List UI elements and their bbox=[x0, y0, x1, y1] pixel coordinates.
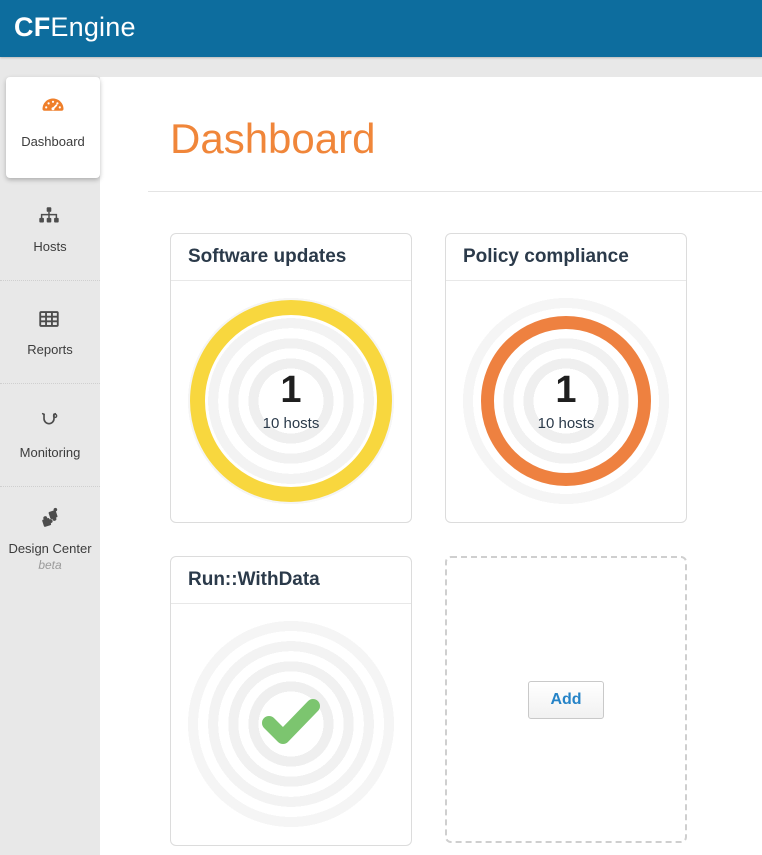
stethoscope-icon bbox=[37, 410, 63, 436]
brand-bold: CF bbox=[14, 12, 50, 42]
donut-value: 1 bbox=[280, 371, 301, 409]
sidebar-item-label: Dashboard bbox=[6, 134, 100, 149]
card-body: 1 10 hosts bbox=[171, 281, 411, 521]
sidebar-item-label: Hosts bbox=[33, 239, 66, 254]
title-divider bbox=[148, 191, 762, 192]
sidebar-item-reports[interactable]: Reports bbox=[0, 281, 100, 384]
card-body bbox=[171, 604, 411, 844]
sidebar-item-label: Reports bbox=[27, 342, 73, 357]
sidebar: Dashboard Hosts Reports bbox=[0, 57, 100, 855]
sidebar-item-label: Design Center bbox=[8, 541, 91, 556]
sitemap-icon bbox=[37, 204, 63, 230]
card-title: Run::WithData bbox=[171, 557, 411, 604]
check-icon bbox=[259, 696, 323, 753]
brand-rest: Engine bbox=[50, 12, 135, 42]
gauge-icon bbox=[40, 94, 66, 120]
topbar: CFEngine bbox=[0, 0, 762, 57]
beta-badge: beta bbox=[38, 558, 61, 572]
sidebar-item-label: Monitoring bbox=[20, 445, 81, 460]
table-icon bbox=[37, 307, 63, 333]
sidebar-item-dashboard[interactable]: Dashboard bbox=[6, 77, 100, 178]
page-title: Dashboard bbox=[170, 115, 762, 163]
card-title: Software updates bbox=[171, 234, 411, 281]
card-run-withdata[interactable]: Run::WithData bbox=[170, 556, 412, 846]
donut-subtitle: 10 hosts bbox=[538, 415, 595, 432]
donut-subtitle: 10 hosts bbox=[263, 415, 320, 432]
donut-value: 1 bbox=[555, 371, 576, 409]
dashboard-widgets: Software updates 1 10 hosts Policy compl… bbox=[170, 233, 762, 846]
card-title: Policy compliance bbox=[446, 234, 686, 281]
policy-compliance-donut-chart[interactable]: 1 10 hosts bbox=[454, 289, 678, 513]
card-policy-compliance[interactable]: Policy compliance 1 10 hosts bbox=[445, 233, 687, 523]
card-software-updates[interactable]: Software updates 1 10 hosts bbox=[170, 233, 412, 523]
add-button[interactable]: Add bbox=[528, 681, 603, 719]
card-add-widget[interactable]: Add bbox=[445, 556, 687, 843]
run-withdata-status-chart[interactable] bbox=[179, 612, 403, 836]
sidebar-item-design-center[interactable]: Design Center beta bbox=[0, 487, 100, 590]
main-content: Dashboard Software updates 1 10 hosts Po… bbox=[100, 77, 762, 855]
sidebar-item-hosts[interactable]: Hosts bbox=[0, 178, 100, 281]
puzzle-icon bbox=[37, 506, 63, 532]
software-updates-donut-chart[interactable]: 1 10 hosts bbox=[179, 289, 403, 513]
sidebar-item-monitoring[interactable]: Monitoring bbox=[0, 384, 100, 487]
brand-logo[interactable]: CFEngine bbox=[14, 12, 136, 43]
card-body: 1 10 hosts bbox=[446, 281, 686, 521]
